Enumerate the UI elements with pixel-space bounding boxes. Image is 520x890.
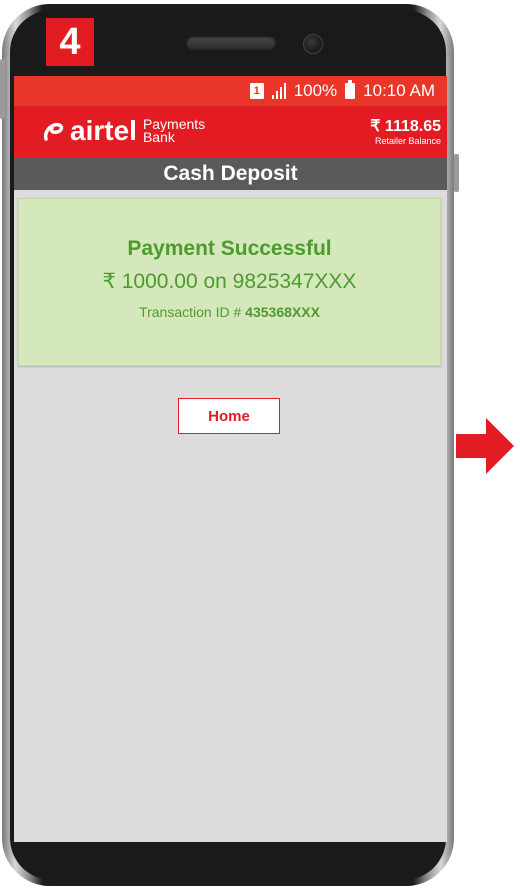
battery-percent: 100% <box>293 81 338 100</box>
step-number-badge: 4 <box>46 18 94 66</box>
brand-sub-line2: Bank <box>142 129 175 145</box>
power-button <box>454 154 459 192</box>
phone-frame: 4 1 100% 10:10 AM airtel Payments Bank ₹… <box>0 4 459 886</box>
earpiece-speaker <box>186 36 276 50</box>
success-card: Payment Successful ₹ 1000.00 on 9825347X… <box>18 198 441 366</box>
brand-name: airtel <box>70 115 137 146</box>
phone-screen: 1 100% 10:10 AM airtel Payments Bank ₹ 1… <box>14 76 447 842</box>
brand-subtitle: Payments Bank <box>142 117 205 145</box>
transaction-id: Transaction ID # 435368XXX <box>19 304 440 320</box>
airtel-logo-icon <box>43 122 64 141</box>
airtel-logo: airtel Payments Bank <box>42 116 205 146</box>
home-button[interactable]: Home <box>178 398 280 434</box>
front-camera <box>303 34 323 54</box>
balance-label: Retailer Balance <box>374 136 441 146</box>
transaction-label: Transaction ID # <box>139 304 242 320</box>
retailer-balance: ₹ 1118.65 Retailer Balance <box>370 118 441 147</box>
status-bar: 1 100% 10:10 AM <box>14 76 447 106</box>
balance-amount: ₹ 1118.65 <box>370 118 441 135</box>
signal-icon <box>271 83 286 99</box>
transaction-value: 435368XXX <box>245 304 320 320</box>
success-title: Payment Successful <box>127 237 332 260</box>
next-arrow-icon <box>456 418 514 474</box>
status-time: 10:10 AM <box>363 81 435 100</box>
volume-button <box>0 59 5 119</box>
battery-icon <box>345 80 356 99</box>
page-title: Cash Deposit <box>14 158 447 190</box>
sim-icon: 1 <box>249 83 264 99</box>
payment-amount: ₹ 1000.00 on 9825347XXX <box>102 270 357 293</box>
app-header: airtel Payments Bank ₹ 1118.65 Retailer … <box>14 106 447 158</box>
